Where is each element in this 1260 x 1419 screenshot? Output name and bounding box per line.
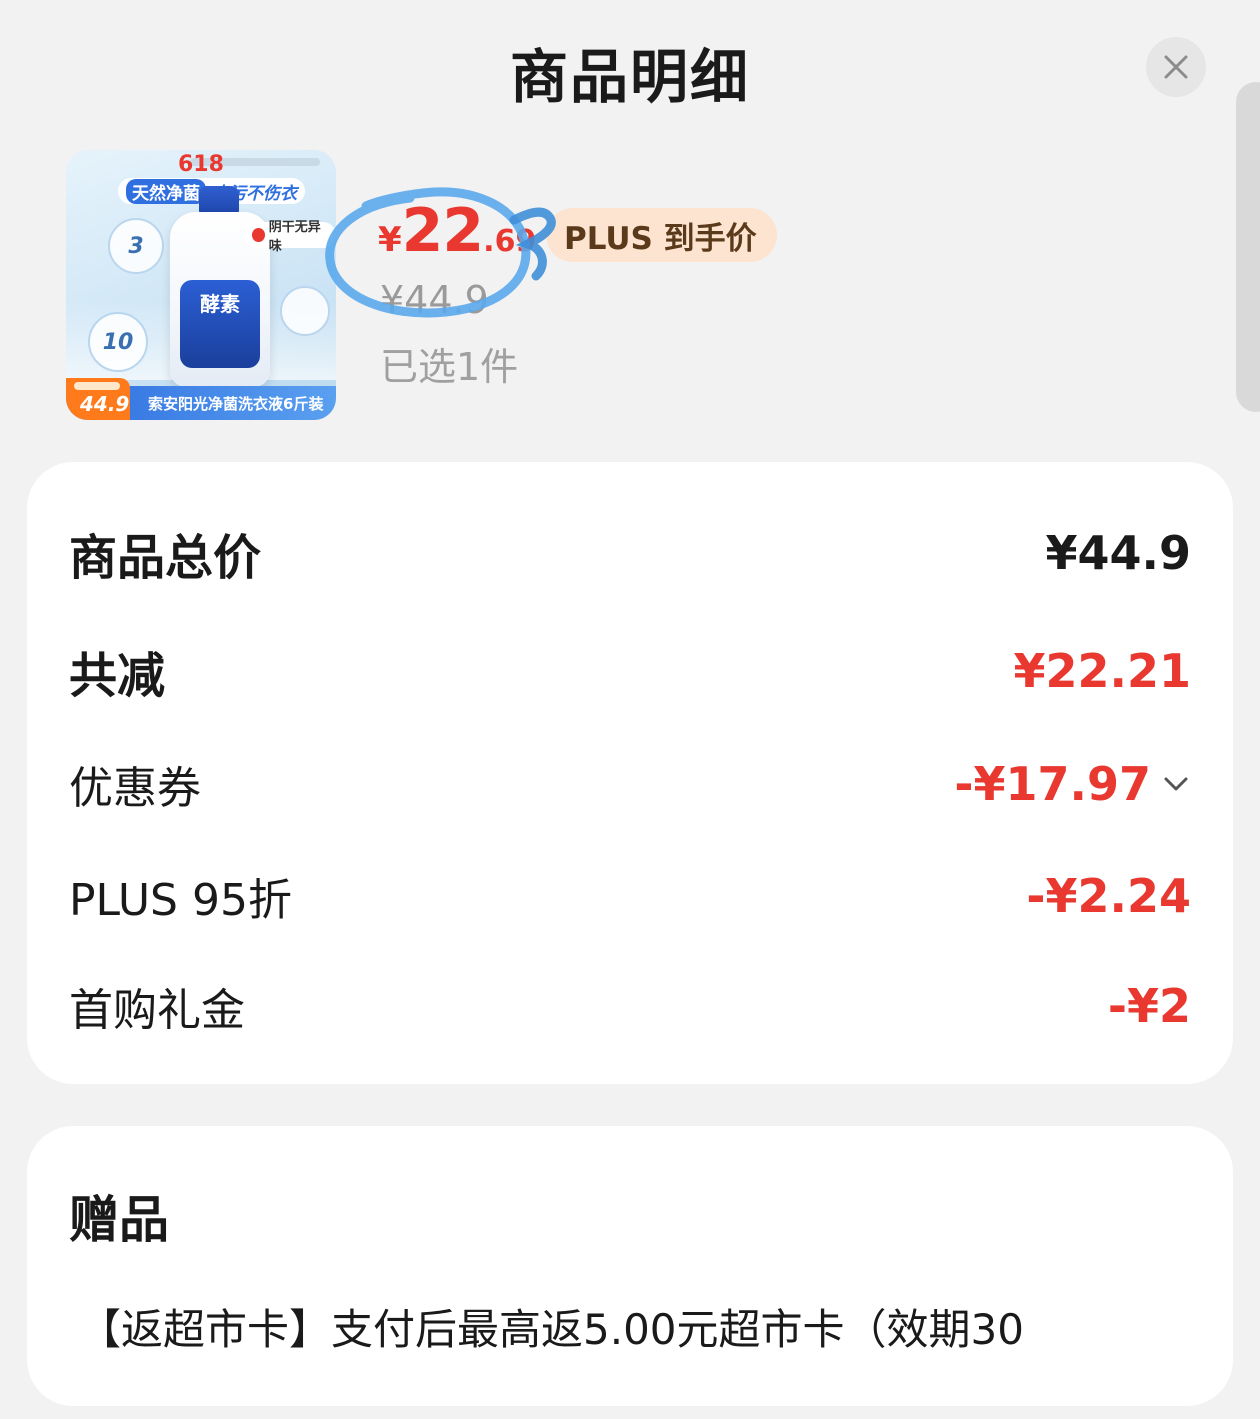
summary-label: 共减 xyxy=(69,648,166,704)
summary-value: -¥2 xyxy=(1107,979,1191,1033)
plus-price-badge: PLUS 到手价 xyxy=(546,208,777,262)
sheet-title: 商品明细 xyxy=(509,43,750,111)
scroll-handle[interactable] xyxy=(1236,82,1260,412)
product-detail-sheet: 商品明细 618 天然净菌 去污不伤衣 3 10 酵素 阴干无异味 索安阳光净菌… xyxy=(0,0,1260,1419)
selected-count: 已选1件 xyxy=(380,345,519,389)
summary-label: 首购礼金 xyxy=(69,985,245,1036)
summary-row-total-discount: 共减 ¥22.21 xyxy=(69,636,1191,706)
summary-value: -¥2.24 xyxy=(1026,869,1191,923)
coupon-value[interactable]: -¥17.97 xyxy=(954,757,1191,811)
summary-label: PLUS 95折 xyxy=(69,875,292,926)
summary-value: -¥17.97 xyxy=(954,757,1151,811)
thumb-price-tag-value: 44.9 xyxy=(80,392,130,416)
price-summary-card: 商品总价 ¥44.9 共减 ¥22.21 优惠券 -¥17.97 PLUS 95… xyxy=(27,462,1233,1084)
summary-row-total: 商品总价 ¥44.9 xyxy=(69,518,1191,588)
close-icon xyxy=(1164,55,1188,79)
thumb-banner-a: 天然净菌 xyxy=(126,178,206,204)
thumb-bubble-3: 3 xyxy=(108,218,164,274)
summary-row-first-purchase: 首购礼金 -¥2 xyxy=(69,974,1191,1038)
thumb-618-badge: 618 xyxy=(178,152,224,177)
gift-title: 赠品 xyxy=(69,1191,169,1249)
summary-label: 商品总价 xyxy=(69,530,262,586)
gift-description: 【返超市卡】支付后最高返5.00元超市卡（效期30 xyxy=(79,1305,1024,1354)
thumb-price-tag: 44.9 xyxy=(66,378,130,420)
thumb-price-tag-strip xyxy=(74,382,120,390)
thumb-bubble-10: 10 xyxy=(88,312,148,372)
summary-row-plus: PLUS 95折 -¥2.24 xyxy=(69,864,1191,928)
summary-row-coupon[interactable]: 优惠券 -¥17.97 xyxy=(69,752,1191,816)
close-button[interactable] xyxy=(1146,37,1206,97)
annotation-circle xyxy=(325,187,556,318)
product-image[interactable]: 618 天然净菌 去污不伤衣 3 10 酵素 阴干无异味 索安阳光净菌洗衣液6斤… xyxy=(66,150,336,420)
bottle-label: 酵素 xyxy=(180,280,260,368)
chevron-down-icon[interactable] xyxy=(1161,774,1191,794)
gift-card: 赠品 【返超市卡】支付后最高返5.00元超市卡（效期30 xyxy=(27,1126,1233,1406)
check-icon xyxy=(252,228,265,242)
summary-value: ¥22.21 xyxy=(1013,644,1191,698)
summary-value: ¥44.9 xyxy=(1045,526,1191,580)
summary-label: 优惠券 xyxy=(69,763,201,814)
